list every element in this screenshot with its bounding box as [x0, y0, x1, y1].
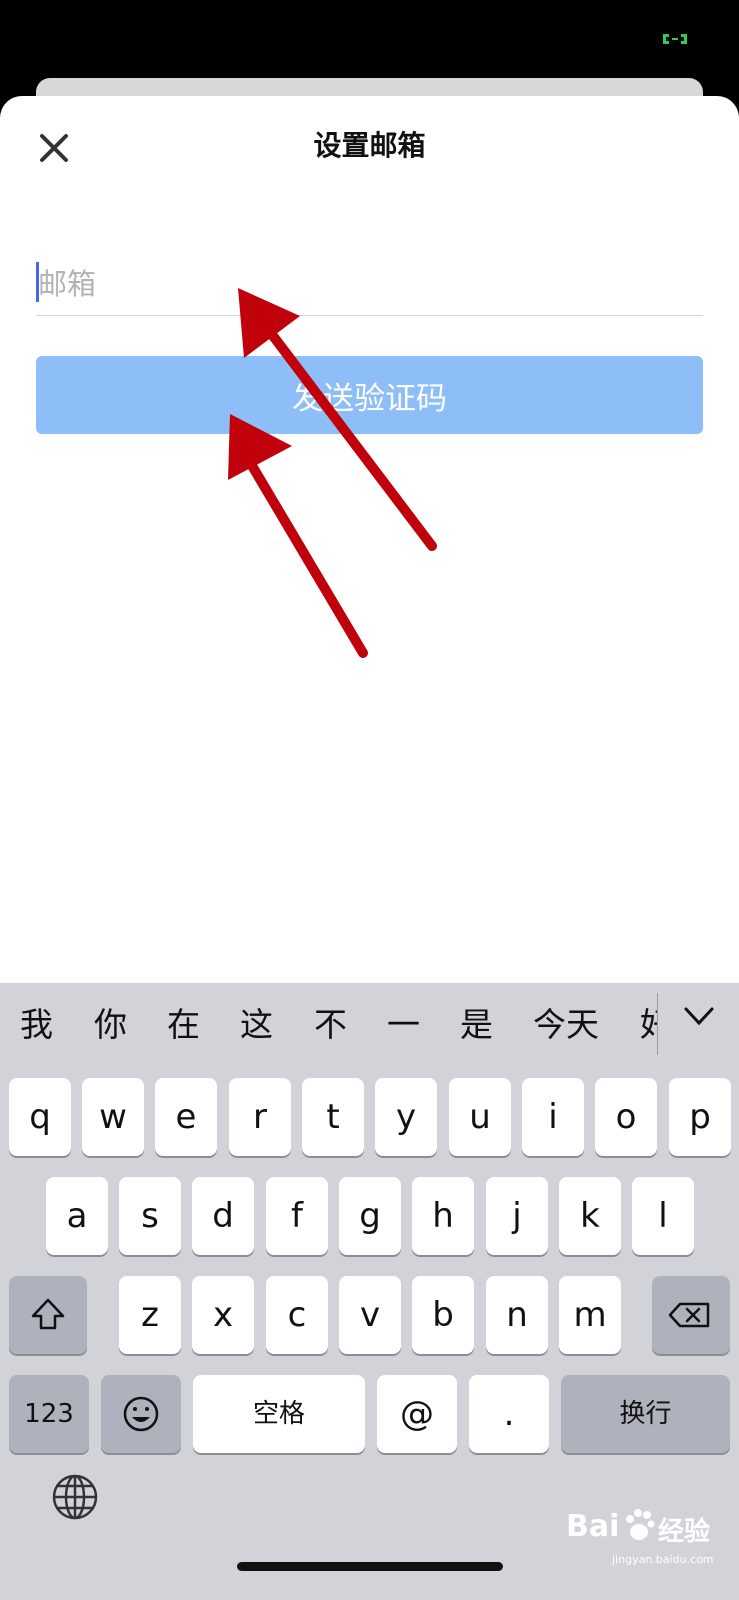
key-n[interactable]: n	[486, 1276, 548, 1354]
dot-key[interactable]: .	[469, 1375, 549, 1453]
annotation-arrows	[228, 288, 437, 658]
arrow-to-send-button	[228, 414, 368, 658]
key-q[interactable]: q	[9, 1078, 71, 1156]
candidate-item[interactable]: 在	[167, 1003, 200, 1047]
keyboard: 我 你 在 这 不 一 是 今天 好 q w e r t y u i o p a…	[0, 983, 739, 1600]
delete-key[interactable]	[652, 1276, 730, 1354]
candidate-divider	[657, 993, 658, 1055]
watermark-brand-cn: 经验	[658, 1517, 711, 1547]
key-e[interactable]: e	[155, 1078, 217, 1156]
text-caret	[36, 262, 39, 302]
key-b[interactable]: b	[412, 1276, 474, 1354]
key-h[interactable]: h	[412, 1177, 474, 1255]
key-v[interactable]: v	[339, 1276, 401, 1354]
key-x[interactable]: x	[192, 1276, 254, 1354]
shift-arrow-icon	[31, 1298, 65, 1330]
status-bar	[0, 0, 739, 78]
emoji-key[interactable]	[101, 1375, 181, 1453]
backspace-icon	[668, 1302, 710, 1328]
candidate-item[interactable]: 我	[20, 1003, 53, 1047]
key-z[interactable]: z	[119, 1276, 181, 1354]
key-c[interactable]: c	[266, 1276, 328, 1354]
home-indicator	[237, 1562, 503, 1571]
key-y[interactable]: y	[375, 1078, 437, 1156]
paw-logo-icon	[626, 1509, 655, 1540]
candidate-item[interactable]: 是	[460, 1003, 493, 1047]
watermark-url: jingyan.baidu.com	[612, 1553, 714, 1566]
candidate-item[interactable]: 这	[240, 1003, 273, 1047]
candidate-item[interactable]: 你	[94, 1003, 127, 1047]
numbers-key[interactable]: 123	[9, 1375, 89, 1453]
candidate-item[interactable]: 一	[387, 1003, 420, 1047]
candidate-bar: 我 你 在 这 不 一 是 今天 好	[0, 983, 739, 1061]
key-a[interactable]: a	[46, 1177, 108, 1255]
key-u[interactable]: u	[449, 1078, 511, 1156]
emoji-icon	[123, 1396, 159, 1432]
key-g[interactable]: g	[339, 1177, 401, 1255]
key-r[interactable]: r	[229, 1078, 291, 1156]
return-key[interactable]: 换行	[561, 1375, 730, 1453]
key-j[interactable]: j	[486, 1177, 548, 1255]
at-key[interactable]: @	[377, 1375, 457, 1453]
key-t[interactable]: t	[302, 1078, 364, 1156]
key-d[interactable]: d	[192, 1177, 254, 1255]
email-field[interactable]	[36, 252, 703, 316]
chevron-down-icon[interactable]	[682, 1005, 716, 1029]
shift-key[interactable]	[9, 1276, 87, 1354]
key-k[interactable]: k	[559, 1177, 621, 1255]
email-sheet: 设置邮箱 发送验证码	[0, 96, 739, 984]
key-s[interactable]: s	[119, 1177, 181, 1255]
watermark-brand: Bai	[566, 1509, 620, 1544]
key-i[interactable]: i	[522, 1078, 584, 1156]
baidu-watermark: Bai 经验	[566, 1503, 716, 1551]
candidate-item[interactable]: 好	[640, 1003, 658, 1047]
battery-icon	[663, 34, 687, 44]
key-w[interactable]: w	[82, 1078, 144, 1156]
key-l[interactable]: l	[632, 1177, 694, 1255]
globe-icon[interactable]	[51, 1473, 99, 1521]
page-title: 设置邮箱	[313, 129, 426, 162]
key-o[interactable]: o	[595, 1078, 657, 1156]
candidate-item[interactable]: 今天	[533, 1003, 599, 1047]
key-f[interactable]: f	[266, 1177, 328, 1255]
space-key[interactable]: 空格	[193, 1375, 365, 1453]
send-code-button[interactable]: 发送验证码	[36, 356, 703, 434]
key-p[interactable]: p	[669, 1078, 731, 1156]
candidate-item[interactable]: 不	[314, 1003, 347, 1047]
key-m[interactable]: m	[559, 1276, 621, 1354]
